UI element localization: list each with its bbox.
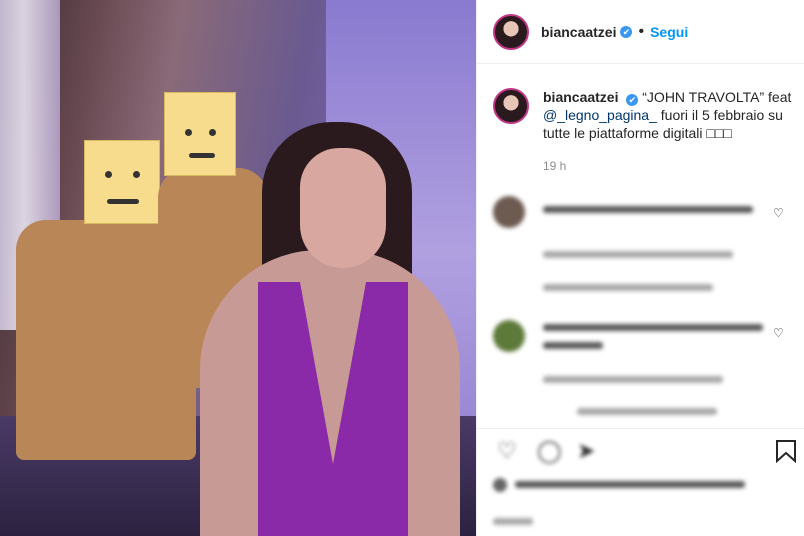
comment-like-icon[interactable]: ♡: [773, 206, 798, 220]
comment-icon[interactable]: ◯: [537, 439, 562, 463]
comment-blurred: [493, 320, 793, 420]
comment-avatar: [493, 196, 525, 228]
action-bar: ♡ ◯ ➤: [477, 428, 804, 472]
caption-avatar[interactable]: [493, 88, 529, 124]
follow-button[interactable]: Segui: [650, 24, 688, 40]
verified-badge-icon: ✔: [620, 25, 633, 38]
caption-text-part-1: “JOHN TRAVOLTA” feat: [642, 89, 792, 105]
verified-badge-icon: ✔: [626, 94, 639, 106]
post-image[interactable]: [0, 0, 476, 536]
heart-icon[interactable]: ♡: [497, 439, 517, 463]
share-icon[interactable]: ➤: [577, 439, 595, 463]
post-side-panel: biancaatzei ✔ • Segui biancaatzei ✔ “JOH…: [476, 0, 804, 536]
comment-avatar: [493, 320, 525, 352]
save-icon[interactable]: [775, 439, 797, 468]
comment-blurred: [493, 196, 793, 296]
box-head: [84, 140, 160, 224]
username-link[interactable]: biancaatzei: [541, 24, 616, 40]
separator: •: [638, 22, 645, 40]
woman-face: [300, 148, 386, 268]
caption: biancaatzei ✔ “JOHN TRAVOLTA” feat @_leg…: [493, 88, 792, 142]
post-time[interactable]: 19 h: [543, 159, 566, 173]
comment-like-icon[interactable]: ♡: [773, 326, 798, 340]
caption-emojis: □□□: [706, 125, 732, 141]
post-header: biancaatzei ✔ • Segui: [477, 0, 804, 64]
caption-username-link[interactable]: biancaatzei: [543, 89, 618, 105]
caption-text: biancaatzei ✔ “JOHN TRAVOLTA” feat @_leg…: [543, 88, 792, 142]
mention-link[interactable]: @_legno_pagina_: [543, 107, 657, 123]
box-head: [164, 92, 236, 176]
avatar[interactable]: [493, 13, 529, 50]
